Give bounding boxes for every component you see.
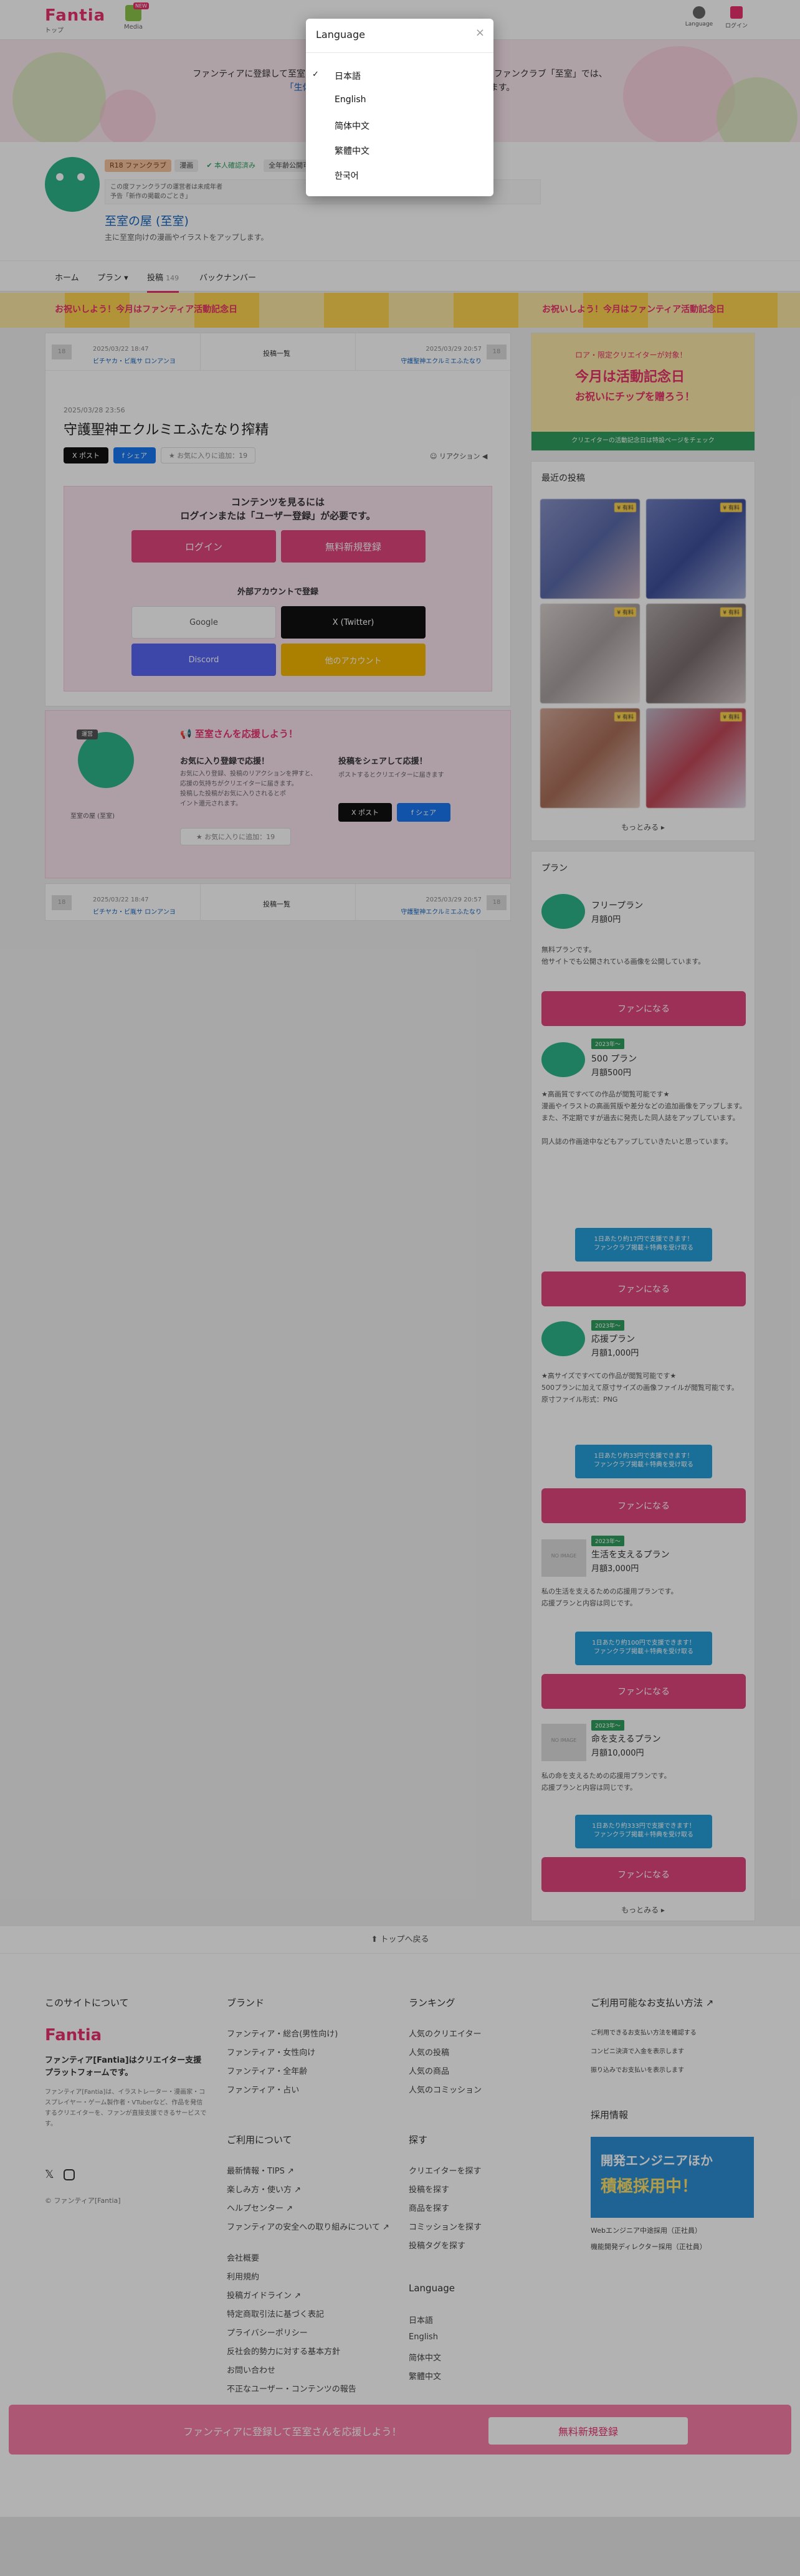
lang-option-zh-hans[interactable]: 简体中文 <box>335 120 369 132</box>
modal-title: Language <box>316 29 365 40</box>
lang-option-ko[interactable]: 한국어 <box>335 169 359 182</box>
check-icon: ✓ <box>312 70 319 79</box>
lang-option-ja[interactable]: 日本語 <box>335 70 361 82</box>
modal-divider <box>306 52 493 53</box>
modal-backdrop[interactable] <box>0 0 800 2576</box>
lang-option-en[interactable]: English <box>335 95 366 105</box>
language-modal: Language × ✓ 日本語 English 简体中文 繁體中文 한국어 <box>306 19 493 196</box>
close-icon[interactable]: × <box>475 26 485 39</box>
lang-option-zh-hant[interactable]: 繁體中文 <box>335 145 369 157</box>
